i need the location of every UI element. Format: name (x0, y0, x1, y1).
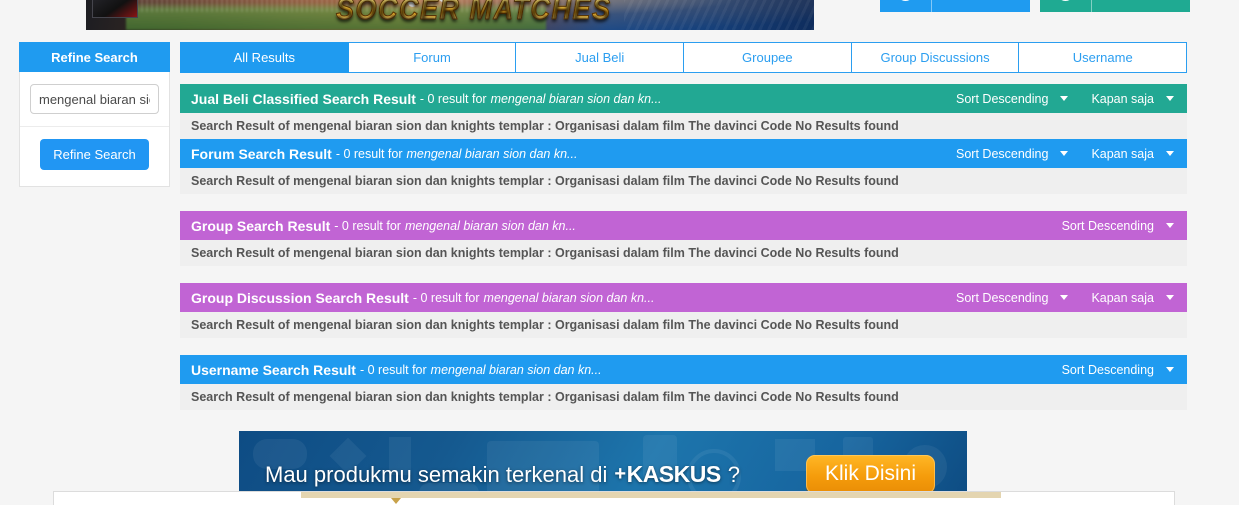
chevron-down-icon (1166, 223, 1174, 228)
ad-headline-text: Mau produkmu semakin terkenal di (265, 461, 608, 487)
sort-descending-dropdown[interactable]: Sort Descending (956, 92, 1081, 106)
time-filter-dropdown[interactable]: Kapan saja (1091, 92, 1187, 106)
result-header: Forum Search Result - 0 result for menge… (180, 139, 1187, 168)
result-empty-message: Search Result of mengenal biaran sion da… (180, 384, 1187, 410)
result-count: - 0 result for (335, 146, 403, 161)
time-filter-label: Kapan saja (1091, 146, 1154, 161)
result-empty-message: Search Result of mengenal biaran sion da… (180, 312, 1187, 338)
kaskus-plus-mark: + (614, 463, 626, 485)
divider (20, 126, 169, 127)
result-empty-message: Search Result of mengenal biaran sion da… (180, 168, 1187, 194)
banner-thumbnail (92, 0, 138, 18)
chevron-down-icon (1166, 151, 1174, 156)
soccer-matches-banner-ad[interactable]: SOCCER MATCHES (86, 0, 814, 30)
result-empty-message: Search Result of mengenal biaran sion da… (180, 113, 1187, 139)
result-section-jual-beli: Jual Beli Classified Search Result - 0 r… (180, 84, 1187, 139)
ad-question-mark: ? (727, 461, 740, 487)
tab-all-results[interactable]: All Results (180, 42, 349, 73)
result-query: mengenal biaran sion dan kn... (406, 146, 578, 161)
user-circle-icon (880, 0, 932, 12)
result-header: Jual Beli Classified Search Result - 0 r… (180, 84, 1187, 113)
refine-search-sidebar: Refine Search Refine Search (19, 42, 170, 187)
result-section-forum: Forum Search Result - 0 result for menge… (180, 139, 1187, 194)
results-list: Jual Beli Classified Search Result - 0 r… (180, 84, 1187, 427)
result-controls: Sort Descending Kapan saja (946, 147, 1187, 161)
sort-descending-dropdown[interactable]: Sort Descending (956, 291, 1081, 305)
result-header: Group Search Result - 0 result for menge… (180, 211, 1187, 240)
sort-descending-dropdown[interactable]: Sort Descending (1062, 363, 1187, 377)
time-filter-dropdown[interactable]: Kapan saja (1091, 291, 1187, 305)
collapse-arrow-icon[interactable] (391, 498, 401, 504)
sort-descending-dropdown[interactable]: Sort Descending (1062, 219, 1187, 233)
result-count: - 0 result for (359, 362, 427, 377)
chevron-down-icon (1166, 96, 1174, 101)
header-button-secondary[interactable] (1040, 0, 1190, 12)
kaskus-wordmark: KASKUS (626, 461, 722, 487)
result-count: - 0 result for (412, 290, 480, 305)
sort-descending-label: Sort Descending (956, 91, 1049, 106)
tab-jual-beli[interactable]: Jual Beli (516, 42, 685, 73)
result-query: mengenal biaran sion dan kn... (483, 290, 655, 305)
refine-search-body: Refine Search (19, 72, 170, 187)
banner-stripe-texture (624, 0, 814, 30)
chevron-down-icon (1060, 96, 1069, 101)
chevron-down-icon (1060, 295, 1069, 300)
result-title: Jual Beli Classified Search Result (191, 90, 416, 107)
result-title: Group Search Result (191, 217, 331, 234)
result-section-username: Username Search Result - 0 result for me… (180, 355, 1187, 410)
result-section-group-discussion: Group Discussion Search Result - 0 resul… (180, 283, 1187, 338)
klik-disini-button[interactable]: Klik Disini (806, 455, 936, 494)
result-header: Username Search Result - 0 result for me… (180, 355, 1187, 384)
header-action-buttons (880, 0, 1190, 12)
user-circle-icon (1040, 0, 1092, 12)
bottom-content-panel (53, 491, 1175, 505)
tab-username[interactable]: Username (1019, 42, 1188, 73)
sort-descending-label: Sort Descending (1061, 362, 1154, 377)
header-button-primary-label (932, 0, 1030, 12)
sort-descending-label: Sort Descending (956, 146, 1049, 161)
result-title: Group Discussion Search Result (191, 289, 409, 306)
time-filter-dropdown[interactable]: Kapan saja (1091, 147, 1187, 161)
banner-title: SOCCER MATCHES (336, 0, 612, 27)
result-controls: Sort Descending Kapan saja (946, 92, 1187, 106)
time-filter-label: Kapan saja (1091, 290, 1154, 305)
result-header: Group Discussion Search Result - 0 resul… (180, 283, 1187, 312)
sort-descending-dropdown[interactable]: Sort Descending (956, 147, 1081, 161)
header-button-secondary-label (1092, 0, 1190, 12)
sort-descending-label: Sort Descending (956, 290, 1049, 305)
sort-descending-label: Sort Descending (1061, 218, 1154, 233)
result-query: mengenal biaran sion dan kn... (490, 91, 662, 106)
kaskus-logo: + KASKUS (614, 461, 722, 488)
result-controls: Sort Descending (1052, 363, 1187, 377)
header-button-primary[interactable] (880, 0, 1030, 12)
search-input[interactable] (30, 84, 159, 114)
search-results-page: SOCCER MATCHES Refine Search Refine Sear… (0, 0, 1239, 505)
result-title: Username Search Result (191, 361, 356, 378)
result-count: - 0 result for (419, 91, 487, 106)
result-query: mengenal biaran sion dan kn... (430, 362, 602, 377)
result-controls: Sort Descending (1052, 219, 1187, 233)
refine-search-button[interactable]: Refine Search (40, 139, 149, 170)
results-tab-bar: All Results Forum Jual Beli Groupee Grou… (180, 42, 1188, 73)
result-controls: Sort Descending Kapan saja (946, 291, 1187, 305)
chevron-down-icon (1060, 151, 1069, 156)
result-count: - 0 result for (334, 218, 401, 233)
result-section-group: Group Search Result - 0 result for menge… (180, 211, 1187, 266)
time-filter-label: Kapan saja (1091, 91, 1154, 106)
chevron-down-icon (1166, 295, 1174, 300)
tab-forum[interactable]: Forum (348, 42, 517, 73)
result-query: mengenal biaran sion dan kn... (404, 218, 576, 233)
tab-groupee[interactable]: Groupee (684, 42, 852, 73)
bottom-panel-highlight (301, 492, 1001, 498)
result-title: Forum Search Result (191, 145, 332, 162)
refine-search-header: Refine Search (19, 42, 170, 72)
ad-headline: Mau produkmu semakin terkenal di + KASKU… (265, 461, 740, 488)
top-strip: SOCCER MATCHES (0, 0, 1239, 30)
tab-group-discussions[interactable]: Group Discussions (851, 42, 1020, 73)
chevron-down-icon (1166, 367, 1174, 372)
result-empty-message: Search Result of mengenal biaran sion da… (180, 240, 1187, 266)
